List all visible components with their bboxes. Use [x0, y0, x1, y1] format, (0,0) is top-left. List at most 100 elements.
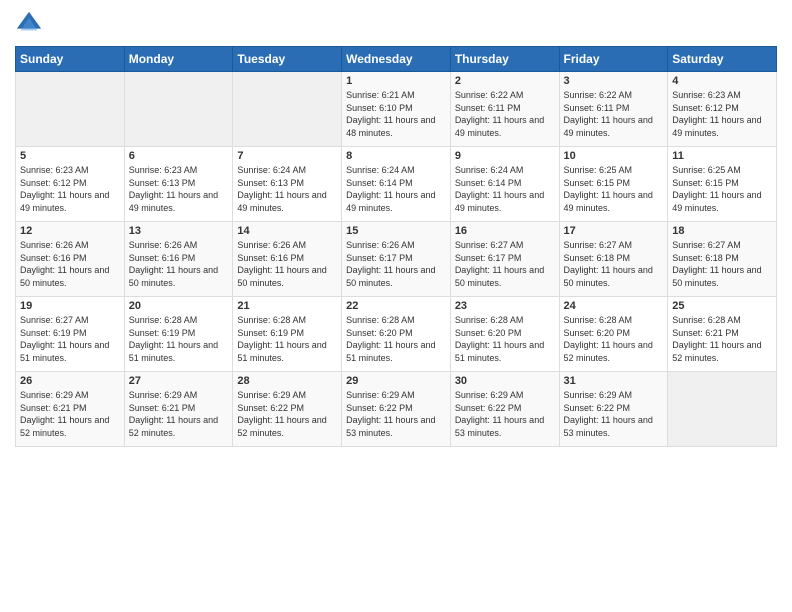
header-sunday: Sunday	[16, 47, 125, 72]
table-row: 8 Sunrise: 6:24 AMSunset: 6:14 PMDaylight…	[342, 147, 451, 222]
day-info: Sunrise: 6:28 AMSunset: 6:19 PMDaylight:…	[237, 314, 337, 364]
day-info: Sunrise: 6:22 AMSunset: 6:11 PMDaylight:…	[455, 89, 555, 139]
table-row	[16, 72, 125, 147]
day-info: Sunrise: 6:28 AMSunset: 6:20 PMDaylight:…	[564, 314, 664, 364]
day-number: 17	[564, 225, 664, 237]
table-row: 12Sunrise: 6:26 AMSunset: 6:16 PMDayligh…	[16, 222, 125, 297]
table-row: 23 Sunrise: 6:28 AMSunset: 6:20 PMDayligh…	[450, 297, 559, 372]
table-row: 14 Sunrise: 6:26 AMSunset: 6:16 PMDayligh…	[233, 222, 342, 297]
table-row: 5 Sunrise: 6:23 AMSunset: 6:12 PMDaylight…	[16, 147, 125, 222]
day-number: 1	[346, 75, 446, 87]
day-info: Sunrise: 6:27 AMSunset: 6:17 PMDaylight:…	[455, 239, 555, 289]
week-row-1: 1Sunrise: 6:21 AMSunset: 6:10 PMDaylight…	[16, 72, 777, 147]
header-tuesday: Tuesday	[233, 47, 342, 72]
table-row: 2 Sunrise: 6:22 AMSunset: 6:11 PMDaylight…	[450, 72, 559, 147]
day-number: 12	[20, 225, 120, 237]
day-info: Sunrise: 6:27 AMSunset: 6:18 PMDaylight:…	[672, 239, 772, 289]
table-row: 27Sunrise: 6:29 AMSunset: 6:21 PMDayligh…	[124, 372, 233, 447]
day-number: 22	[346, 300, 446, 312]
day-number: 19	[20, 300, 120, 312]
day-number: 3	[564, 75, 664, 87]
page-container: SundayMondayTuesdayWednesdayThursdayFrid…	[0, 0, 792, 457]
day-number: 13	[129, 225, 229, 237]
day-info: Sunrise: 6:24 AMSunset: 6:13 PMDaylight:…	[237, 164, 337, 214]
day-info: Sunrise: 6:25 AMSunset: 6:15 PMDaylight:…	[672, 164, 772, 214]
day-info: Sunrise: 6:28 AMSunset: 6:20 PMDaylight:…	[455, 314, 555, 364]
table-row: 7 Sunrise: 6:24 AMSunset: 6:13 PMDaylight…	[233, 147, 342, 222]
day-info: Sunrise: 6:24 AMSunset: 6:14 PMDaylight:…	[346, 164, 446, 214]
table-row: 11 Sunrise: 6:25 AMSunset: 6:15 PMDayligh…	[668, 147, 777, 222]
table-row: 25 Sunrise: 6:28 AMSunset: 6:21 PMDayligh…	[668, 297, 777, 372]
day-number: 18	[672, 225, 772, 237]
day-number: 24	[564, 300, 664, 312]
day-info: Sunrise: 6:29 AMSunset: 6:22 PMDaylight:…	[564, 389, 664, 439]
table-row: 31Sunrise: 6:29 AMSunset: 6:22 PMDayligh…	[559, 372, 668, 447]
table-row	[124, 72, 233, 147]
day-number: 2	[455, 75, 555, 87]
table-row	[233, 72, 342, 147]
day-info: Sunrise: 6:29 AMSunset: 6:22 PMDaylight:…	[346, 389, 446, 439]
table-row: 29 Sunrise: 6:29 AMSunset: 6:22 PMDayligh…	[342, 372, 451, 447]
day-number: 7	[237, 150, 337, 162]
logo	[15, 10, 45, 38]
day-number: 4	[672, 75, 772, 87]
day-number: 26	[20, 375, 120, 387]
table-row: 6 Sunrise: 6:23 AMSunset: 6:13 PMDaylight…	[124, 147, 233, 222]
day-number: 8	[346, 150, 446, 162]
day-number: 10	[564, 150, 664, 162]
day-number: 6	[129, 150, 229, 162]
table-row: 10 Sunrise: 6:25 AMSunset: 6:15 PMDayligh…	[559, 147, 668, 222]
day-number: 5	[20, 150, 120, 162]
day-info: Sunrise: 6:25 AMSunset: 6:15 PMDaylight:…	[564, 164, 664, 214]
day-info: Sunrise: 6:24 AMSunset: 6:14 PMDaylight:…	[455, 164, 555, 214]
day-info: Sunrise: 6:29 AMSunset: 6:21 PMDaylight:…	[129, 389, 229, 439]
header-thursday: Thursday	[450, 47, 559, 72]
day-number: 16	[455, 225, 555, 237]
table-row: 21 Sunrise: 6:28 AMSunset: 6:19 PMDayligh…	[233, 297, 342, 372]
day-number: 14	[237, 225, 337, 237]
day-info: Sunrise: 6:29 AMSunset: 6:22 PMDaylight:…	[237, 389, 337, 439]
table-row: 15Sunrise: 6:26 AMSunset: 6:17 PMDayligh…	[342, 222, 451, 297]
week-row-5: 26 Sunrise: 6:29 AMSunset: 6:21 PMDayligh…	[16, 372, 777, 447]
table-row: 17 Sunrise: 6:27 AMSunset: 6:18 PMDayligh…	[559, 222, 668, 297]
header-friday: Friday	[559, 47, 668, 72]
header	[15, 10, 777, 38]
day-number: 15	[346, 225, 446, 237]
header-monday: Monday	[124, 47, 233, 72]
table-row: 24 Sunrise: 6:28 AMSunset: 6:20 PMDayligh…	[559, 297, 668, 372]
day-number: 23	[455, 300, 555, 312]
day-number: 30	[455, 375, 555, 387]
logo-icon	[15, 10, 43, 38]
table-row	[668, 372, 777, 447]
day-number: 28	[237, 375, 337, 387]
table-row: 20 Sunrise: 6:28 AMSunset: 6:19 PMDayligh…	[124, 297, 233, 372]
day-info: Sunrise: 6:28 AMSunset: 6:20 PMDaylight:…	[346, 314, 446, 364]
day-number: 21	[237, 300, 337, 312]
week-row-2: 5 Sunrise: 6:23 AMSunset: 6:12 PMDaylight…	[16, 147, 777, 222]
day-info: Sunrise: 6:26 AMSunset: 6:16 PMDaylight:…	[237, 239, 337, 289]
day-info: Sunrise: 6:29 AMSunset: 6:22 PMDaylight:…	[455, 389, 555, 439]
day-info: Sunrise: 6:28 AMSunset: 6:19 PMDaylight:…	[129, 314, 229, 364]
table-row: 18 Sunrise: 6:27 AMSunset: 6:18 PMDayligh…	[668, 222, 777, 297]
calendar-table: SundayMondayTuesdayWednesdayThursdayFrid…	[15, 46, 777, 447]
day-number: 20	[129, 300, 229, 312]
week-row-3: 12 Sunrise: 6:26 AMSunset: 6:16 PMDayligh…	[16, 222, 777, 297]
table-row: 4Sunrise: 6:23 AMSunset: 6:12 PMDaylight…	[668, 72, 777, 147]
day-number: 11	[672, 150, 772, 162]
day-info: Sunrise: 6:27 AMSunset: 6:19 PMDaylight:…	[20, 314, 120, 364]
day-number: 9	[455, 150, 555, 162]
week-row-4: 19 Sunrise: 6:27 AMSunset: 6:19 PMDayligh…	[16, 297, 777, 372]
table-row: 28 Sunrise: 6:29 AMSunset: 6:22 PMDayligh…	[233, 372, 342, 447]
day-number: 25	[672, 300, 772, 312]
day-info: Sunrise: 6:23 AMSunset: 6:13 PMDaylight:…	[129, 164, 229, 214]
table-row: 9 Sunrise: 6:24 AMSunset: 6:14 PMDaylight…	[450, 147, 559, 222]
day-info: Sunrise: 6:27 AMSunset: 6:18 PMDaylight:…	[564, 239, 664, 289]
day-info: Sunrise: 6:23 AMSunset: 6:12 PMDaylight:…	[20, 164, 120, 214]
day-number: 29	[346, 375, 446, 387]
header-saturday: Saturday	[668, 47, 777, 72]
day-info: Sunrise: 6:28 AMSunset: 6:21 PMDaylight:…	[672, 314, 772, 364]
table-row: 26Sunrise: 6:29 AMSunset: 6:21 PMDayligh…	[16, 372, 125, 447]
calendar-header-row: SundayMondayTuesdayWednesdayThursdayFrid…	[16, 47, 777, 72]
table-row: 22 Sunrise: 6:28 AMSunset: 6:20 PMDayligh…	[342, 297, 451, 372]
table-row: 1Sunrise: 6:21 AMSunset: 6:10 PMDaylight…	[342, 72, 451, 147]
